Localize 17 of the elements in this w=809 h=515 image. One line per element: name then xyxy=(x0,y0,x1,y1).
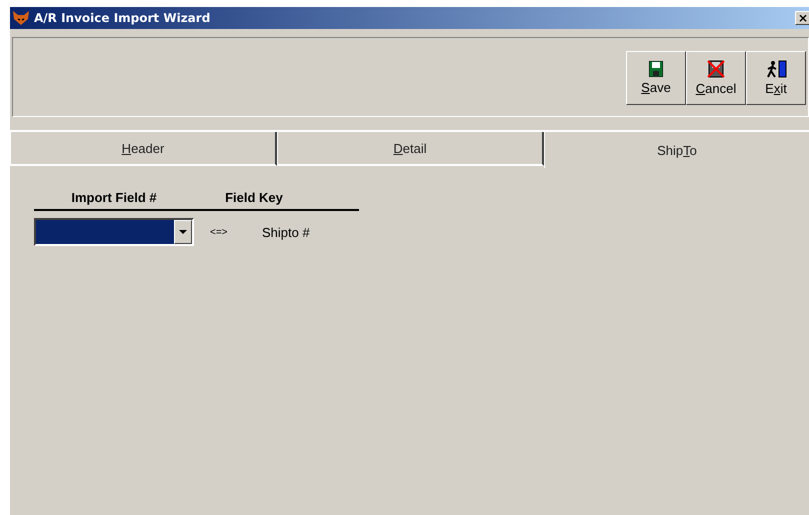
window-title: A/R Invoice Import Wizard xyxy=(34,11,212,25)
column-header: Import Field # xyxy=(70,190,158,205)
exit-button[interactable]: Exit xyxy=(746,51,806,105)
fox-icon xyxy=(12,10,30,26)
caret-icon xyxy=(179,230,187,234)
walking-out-door-icon xyxy=(765,60,787,78)
close-button[interactable]: × xyxy=(795,11,809,25)
save-button[interactable]: Save xyxy=(626,51,686,105)
tab[interactable]: Header xyxy=(10,132,277,166)
column-header: Field Key xyxy=(224,190,284,205)
import-field-dropdown[interactable] xyxy=(34,218,194,246)
cancelled-disk-icon xyxy=(707,60,725,78)
cancel-button[interactable]: Cancel xyxy=(686,51,746,105)
mapping-arrow: <=> xyxy=(210,226,229,238)
dropdown-button[interactable] xyxy=(174,220,192,244)
tab[interactable]: Detail xyxy=(277,132,544,166)
field-key: Shipto # xyxy=(262,224,310,240)
